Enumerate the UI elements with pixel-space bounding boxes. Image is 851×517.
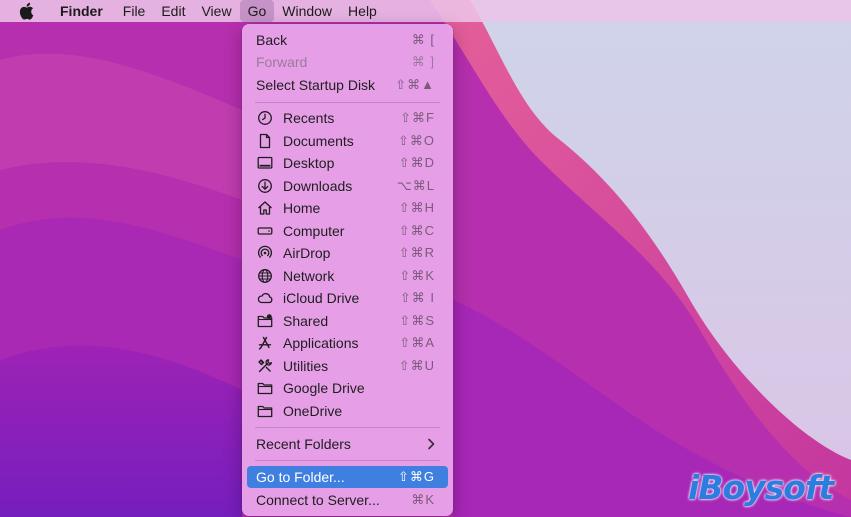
menu-item-recents[interactable]: Recents ⇧⌘F — [247, 107, 448, 129]
computer-icon — [256, 222, 274, 240]
menu-item-label: Google Drive — [283, 380, 365, 396]
menu-item-label: AirDrop — [283, 245, 331, 261]
menu-separator — [255, 427, 440, 428]
menu-item-label: Select Startup Disk — [256, 77, 376, 93]
menu-item-utilities[interactable]: Utilities ⇧⌘U — [247, 355, 448, 377]
menu-item-label: Applications — [283, 335, 359, 351]
shortcut-label: ⇧⌘D — [398, 155, 435, 170]
menu-go[interactable]: Go — [239, 0, 275, 22]
menu-window[interactable]: Window — [274, 0, 340, 22]
menu-item-forward: Forward ⌘ ] — [247, 51, 448, 73]
menu-item-label: Home — [283, 200, 321, 216]
shortcut-label: ⌘ ] — [411, 54, 435, 69]
menu-bar: Finder File Edit View Go Window Help — [0, 0, 851, 22]
shortcut-label: ⇧⌘H — [398, 200, 435, 215]
menu-separator — [255, 460, 440, 461]
menu-item-home[interactable]: Home ⇧⌘H — [247, 197, 448, 219]
menu-item-downloads[interactable]: Downloads ⌥⌘L — [247, 175, 448, 197]
shortcut-label: ⇧⌘A — [399, 335, 435, 350]
go-menu-dropdown: Back ⌘ [ Forward ⌘ ] Select Startup Disk… — [242, 24, 453, 516]
menu-item-airdrop[interactable]: AirDrop ⇧⌘R — [247, 242, 448, 264]
menu-edit[interactable]: Edit — [153, 0, 193, 22]
menu-item-applications[interactable]: Applications ⇧⌘A — [247, 332, 448, 354]
home-icon — [256, 199, 274, 217]
menu-file[interactable]: File — [115, 0, 154, 22]
menu-item-select-startup-disk[interactable]: Select Startup Disk ⇧⌘▲ — [247, 74, 448, 96]
menu-item-recent-folders[interactable]: Recent Folders — [247, 433, 448, 455]
shortcut-label: ⇧⌘▲ — [395, 77, 435, 92]
shortcut-label: ⌘ [ — [411, 32, 435, 47]
chevron-right-icon — [428, 438, 435, 450]
menu-item-label: Recents — [283, 110, 335, 126]
menu-item-go-to-folder[interactable]: Go to Folder... ⇧⌘G — [247, 466, 448, 488]
shortcut-label: ⇧⌘S — [399, 313, 435, 328]
shortcut-label: ⇧⌘K — [399, 268, 435, 283]
shortcut-label: ⇧⌘G — [397, 469, 435, 484]
menu-item-google-drive[interactable]: Google Drive — [247, 377, 448, 399]
menu-item-back[interactable]: Back ⌘ [ — [247, 29, 448, 51]
menu-finder[interactable]: Finder — [52, 0, 111, 22]
menu-item-label: Recent Folders — [256, 436, 351, 452]
document-icon — [256, 132, 274, 150]
shortcut-label: ⇧⌘U — [398, 358, 435, 373]
menu-item-label: Documents — [283, 133, 354, 149]
menu-item-network[interactable]: Network ⇧⌘K — [247, 265, 448, 287]
folder-icon — [256, 379, 274, 397]
menu-item-label: Forward — [256, 54, 308, 70]
shortcut-label: ⇧⌘R — [398, 245, 435, 260]
utilities-tools-icon — [256, 357, 274, 375]
cloud-icon — [256, 289, 274, 307]
menu-separator — [255, 102, 440, 103]
menu-item-label: Desktop — [283, 155, 335, 171]
shortcut-label: ⌘K — [411, 492, 435, 507]
menu-item-label: Computer — [283, 223, 345, 239]
folder-icon — [256, 402, 274, 420]
apple-menu-icon[interactable] — [18, 2, 38, 20]
menu-item-label: Network — [283, 268, 335, 284]
menu-item-label: Back — [256, 32, 288, 48]
menu-item-label: Go to Folder... — [256, 469, 345, 485]
menu-item-shared[interactable]: Shared ⇧⌘S — [247, 310, 448, 332]
menu-item-label: Connect to Server... — [256, 492, 380, 508]
shortcut-label: ⇧⌘C — [398, 223, 435, 238]
menu-item-computer[interactable]: Computer ⇧⌘C — [247, 220, 448, 242]
menu-item-documents[interactable]: Documents ⇧⌘O — [247, 130, 448, 152]
clock-icon — [256, 109, 274, 127]
menu-item-label: Shared — [283, 313, 329, 329]
network-globe-icon — [256, 267, 274, 285]
menu-item-icloud-drive[interactable]: iCloud Drive ⇧⌘ I — [247, 287, 448, 309]
shortcut-label: ⌥⌘L — [396, 178, 435, 193]
menu-item-desktop[interactable]: Desktop ⇧⌘D — [247, 152, 448, 174]
shortcut-label: ⇧⌘O — [397, 133, 435, 148]
shortcut-label: ⇧⌘F — [400, 110, 435, 125]
menu-item-onedrive[interactable]: OneDrive — [247, 400, 448, 422]
shared-folder-icon — [256, 312, 274, 330]
menu-item-label: Downloads — [283, 178, 353, 194]
watermark-logo: iBoysoft — [688, 468, 834, 507]
download-icon — [256, 177, 274, 195]
airdrop-icon — [256, 244, 274, 262]
menu-item-connect-to-server[interactable]: Connect to Server... ⌘K — [247, 489, 448, 511]
desktop-icon — [256, 154, 274, 172]
applications-icon — [256, 334, 274, 352]
menu-view[interactable]: View — [193, 0, 239, 22]
menu-item-label: iCloud Drive — [283, 290, 360, 306]
shortcut-label: ⇧⌘ I — [399, 290, 435, 305]
menu-help[interactable]: Help — [340, 0, 385, 22]
menu-item-label: Utilities — [283, 358, 329, 374]
menu-item-label: OneDrive — [283, 403, 343, 419]
